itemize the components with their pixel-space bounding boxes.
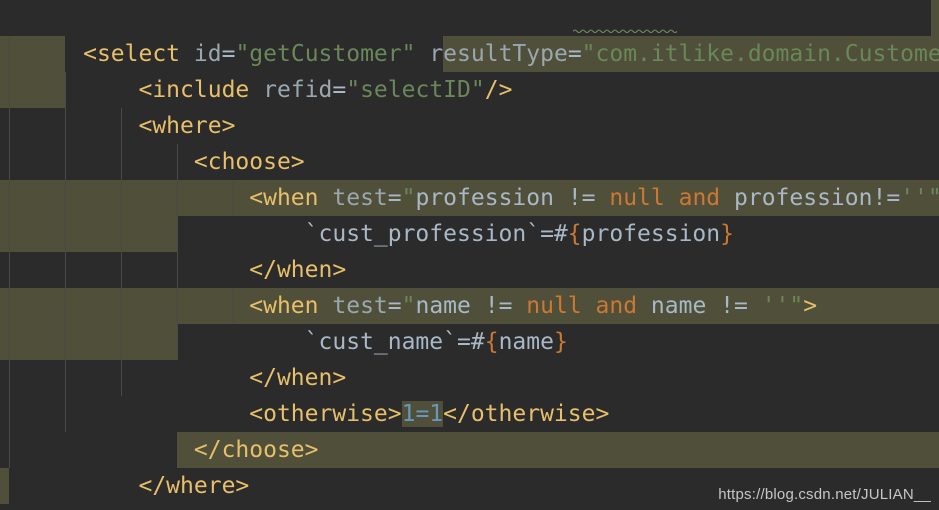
watermark-url: https://blog.csdn.net/JULIAN__: [718, 486, 931, 503]
code-line-4[interactable]: <choose>: [0, 108, 939, 175]
code-line-12[interactable]: </choose>: [0, 396, 939, 463]
code-line-9[interactable]: `cust_name`=#{name}: [0, 288, 939, 355]
code-line-8[interactable]: <when test="name != null and name != ''"…: [0, 252, 939, 319]
code-line-3[interactable]: <where>: [0, 72, 939, 139]
code-line-7[interactable]: </when>: [0, 216, 939, 283]
code-line-5[interactable]: <when test="profession != null and profe…: [0, 144, 939, 211]
code-line-11[interactable]: <otherwise>1=1</otherwise>: [0, 360, 939, 427]
code-line-2[interactable]: <include refid="selectID"/>: [0, 36, 939, 103]
code-line-6[interactable]: `cust_profession`=#{profession}: [0, 180, 939, 247]
code-line-13[interactable]: </where>: [0, 432, 939, 499]
code-line-1[interactable]: <select id="getCustomer" resultType="com…: [0, 0, 939, 67]
code-text-layer: <select id="getCustomer" resultType="com…: [0, 0, 939, 510]
code-editor[interactable]: <select id="getCustomer" resultType="com…: [0, 0, 939, 510]
code-line-10[interactable]: </when>: [0, 324, 939, 391]
